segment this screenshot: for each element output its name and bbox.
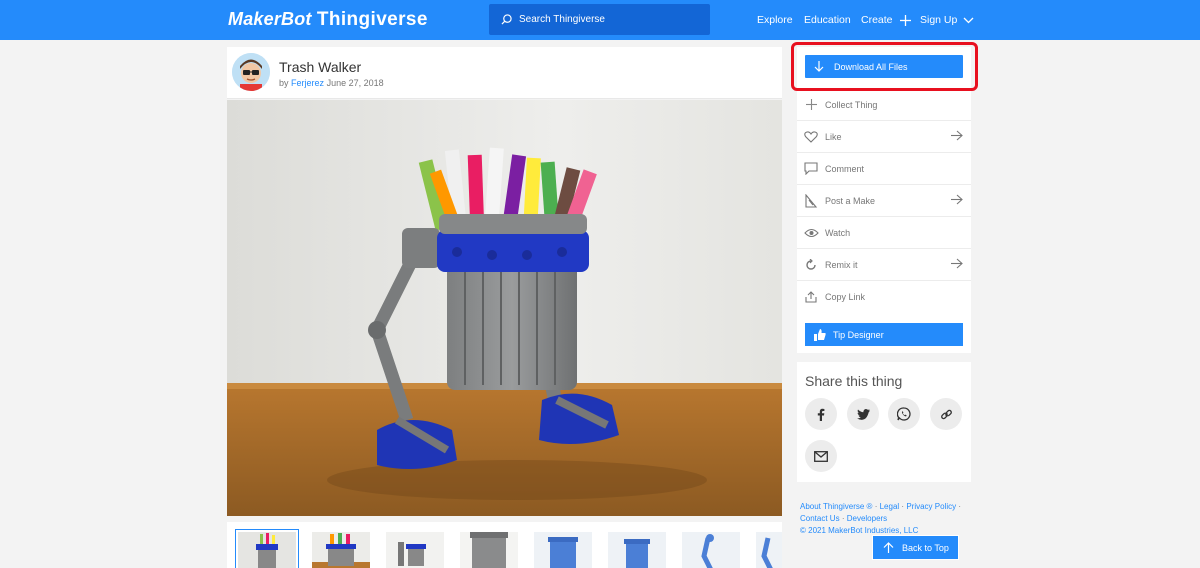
collect-thing-label: Collect Thing <box>825 99 878 110</box>
share-panel: Share this thing <box>797 362 971 482</box>
arrow-right-icon <box>951 194 963 205</box>
plus-icon <box>797 99 825 110</box>
plus-icon <box>899 14 911 26</box>
thing-card: Trash Walker by Ferjerez June 27, 2018 <box>227 47 782 99</box>
remix-it-action[interactable]: Remix it <box>797 248 971 280</box>
thing-title: Trash Walker <box>279 59 362 75</box>
nav-explore[interactable]: Explore <box>757 14 793 26</box>
top-nav-bar: MakerBot Thingiverse Explore Education C… <box>0 0 1200 40</box>
thing-actions-panel: Download All Files Collect Thing Like Co… <box>797 47 971 353</box>
thing-header: Trash Walker by Ferjerez June 27, 2018 <box>227 47 782 99</box>
footer-separator: · <box>874 502 878 511</box>
thing-byline: by Ferjerez June 27, 2018 <box>279 78 384 88</box>
thumbnail[interactable] <box>386 532 444 568</box>
post-a-make-label: Post a Make <box>825 195 876 206</box>
collect-thing-action[interactable]: Collect Thing <box>797 88 971 120</box>
main-thing-photo[interactable] <box>227 100 782 516</box>
thumbnail[interactable] <box>756 532 782 568</box>
search-input[interactable] <box>519 14 689 25</box>
share-facebook-button[interactable] <box>805 398 837 430</box>
thing-date: June 27, 2018 <box>326 78 384 88</box>
share-link-button[interactable] <box>930 398 962 430</box>
nav-education[interactable]: Education <box>804 14 851 26</box>
share-twitter-button[interactable] <box>847 398 879 430</box>
footer-privacy-link[interactable]: Privacy Policy <box>906 502 956 511</box>
thumbnail[interactable] <box>235 529 299 568</box>
makerbot-thingiverse-logo[interactable]: MakerBot Thingiverse <box>228 9 428 31</box>
author-link[interactable]: Ferjerez <box>291 78 324 88</box>
email-icon <box>814 450 828 462</box>
avatar[interactable] <box>232 53 270 91</box>
nav-sign-up[interactable]: Sign Up <box>920 14 974 26</box>
footer-separator: · <box>958 502 962 511</box>
eye-icon <box>797 228 825 238</box>
thumbnail[interactable] <box>460 532 518 568</box>
like-label: Like <box>825 131 842 142</box>
download-highlight-box <box>791 42 978 91</box>
copy-link-action[interactable]: Copy Link <box>797 280 971 312</box>
thumbnail-image <box>460 532 518 568</box>
arrow-right-icon <box>951 258 963 269</box>
make-icon <box>797 193 825 208</box>
back-to-top-label: Back to Top <box>902 542 949 553</box>
footer-separator: · <box>901 502 905 511</box>
arrow-right-icon <box>951 130 963 141</box>
copy-link-label: Copy Link <box>825 291 866 302</box>
thumbnail-image <box>608 532 666 568</box>
thumbnail[interactable] <box>682 532 740 568</box>
search-box[interactable] <box>489 4 710 35</box>
logo-makerbot: MakerBot <box>228 9 312 29</box>
tip-designer-button[interactable]: Tip Designer <box>805 323 963 346</box>
thumbs-up-icon <box>814 328 826 341</box>
footer-about-link[interactable]: About Thingiverse ® <box>800 502 872 511</box>
nav-explore-label: Explore <box>757 14 793 26</box>
thumbnail-image <box>238 532 296 568</box>
thumbnail[interactable] <box>608 532 666 568</box>
thumbnail-image <box>756 532 782 568</box>
watch-label: Watch <box>825 227 851 238</box>
like-action[interactable]: Like <box>797 120 971 152</box>
search-icon <box>501 14 512 25</box>
twitter-icon <box>856 408 870 420</box>
footer-contact-link[interactable]: Contact Us <box>800 514 840 523</box>
thumbnail-image <box>682 532 740 568</box>
share-email-button[interactable] <box>805 440 837 472</box>
comment-label: Comment <box>825 163 865 174</box>
facebook-icon <box>817 408 825 421</box>
comment-action[interactable]: Comment <box>797 152 971 184</box>
link-icon <box>940 409 952 419</box>
thumbnail[interactable] <box>312 532 370 568</box>
comment-icon <box>797 162 825 175</box>
footer-legal-link[interactable]: Legal <box>880 502 900 511</box>
whatsapp-icon <box>897 407 911 421</box>
nav-sign-up-label: Sign Up <box>920 14 958 26</box>
share-icon <box>797 290 825 303</box>
footer-developers-link[interactable]: Developers <box>847 514 887 523</box>
chevron-down-icon <box>963 17 974 23</box>
heart-icon <box>797 130 825 143</box>
avatar-image <box>232 53 270 91</box>
thumbnail-image <box>312 532 370 568</box>
arrow-up-icon <box>883 542 894 553</box>
share-whatsapp-button[interactable] <box>888 398 920 430</box>
byline-by: by <box>279 78 289 88</box>
nav-create[interactable]: Create <box>861 14 911 26</box>
post-a-make-action[interactable]: Post a Make <box>797 184 971 216</box>
logo-thingiverse: Thingiverse <box>316 9 428 30</box>
nav-create-label: Create <box>861 14 893 26</box>
trash-walker-photo <box>227 100 782 516</box>
nav-education-label: Education <box>804 14 851 26</box>
thumbnail-strip <box>227 522 782 568</box>
footer-separator: · <box>841 514 845 523</box>
tip-designer-label: Tip Designer <box>833 329 884 340</box>
thumbnail[interactable] <box>534 532 592 568</box>
back-to-top-button[interactable]: Back to Top <box>872 535 959 560</box>
thumbnail-image <box>386 532 444 568</box>
watch-action[interactable]: Watch <box>797 216 971 248</box>
footer-links: About Thingiverse ® · Legal · Privacy Po… <box>800 501 972 537</box>
thumbnail-image <box>534 532 592 568</box>
remix-it-label: Remix it <box>825 259 858 270</box>
remix-icon <box>797 258 825 271</box>
share-title: Share this thing <box>805 373 903 389</box>
